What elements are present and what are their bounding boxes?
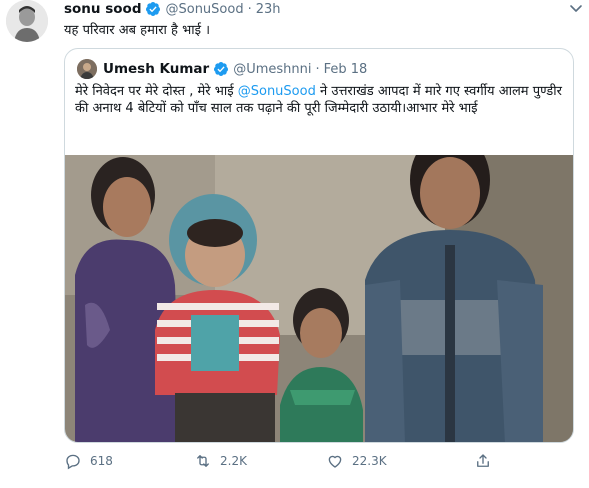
quoted-date: Feb 18 [323, 61, 368, 77]
tweet[interactable]: sonu sood @SonuSood · 23h यह परिवार अब ह… [0, 0, 589, 488]
reply-icon [66, 454, 80, 470]
tweet-actions: 618 2.2K 22.3K [64, 452, 574, 472]
verified-badge-icon [146, 2, 161, 16]
handle[interactable]: @SonuSood [165, 2, 243, 17]
mention-link[interactable]: @SonuSood [238, 84, 316, 99]
heart-icon [328, 455, 342, 468]
share-button[interactable] [474, 452, 500, 470]
reply-button[interactable]: 618 [64, 452, 113, 470]
separator: · [315, 61, 320, 77]
verified-badge-icon [214, 62, 229, 76]
like-button[interactable]: 22.3K [326, 452, 387, 470]
timestamp[interactable]: 23h [256, 2, 281, 17]
quoted-tweet-text: मेरे निवेदन पर मेरे दोस्त , मेरे भाई @So… [75, 83, 567, 117]
retweet-count: 2.2K [220, 454, 247, 468]
share-icon [477, 454, 489, 467]
display-name[interactable]: sonu sood [64, 1, 141, 17]
quoted-avatar [77, 59, 97, 79]
tweet-photo[interactable] [65, 155, 573, 442]
reply-count: 618 [90, 454, 113, 468]
quoted-text-part1: मेरे निवेदन पर मेरे दोस्त , मेरे भाई [75, 84, 238, 99]
avatar[interactable] [6, 0, 48, 42]
chevron-down-icon[interactable] [567, 2, 585, 16]
tweet-header: sonu sood @SonuSood · 23h [64, 0, 281, 18]
retweet-button[interactable]: 2.2K [194, 452, 247, 470]
quoted-display-name: Umesh Kumar [103, 61, 210, 77]
like-count: 22.3K [352, 454, 387, 468]
quoted-tweet-header: Umesh Kumar @Umeshnni · Feb 18 [77, 59, 367, 79]
quoted-handle: @Umeshnni [233, 61, 312, 77]
retweet-icon [197, 455, 209, 467]
tweet-text: यह परिवार अब हमारा है भाई । [64, 23, 211, 38]
quoted-tweet[interactable]: Umesh Kumar @Umeshnni · Feb 18 मेरे निवे… [64, 48, 574, 443]
separator: · [247, 1, 252, 17]
